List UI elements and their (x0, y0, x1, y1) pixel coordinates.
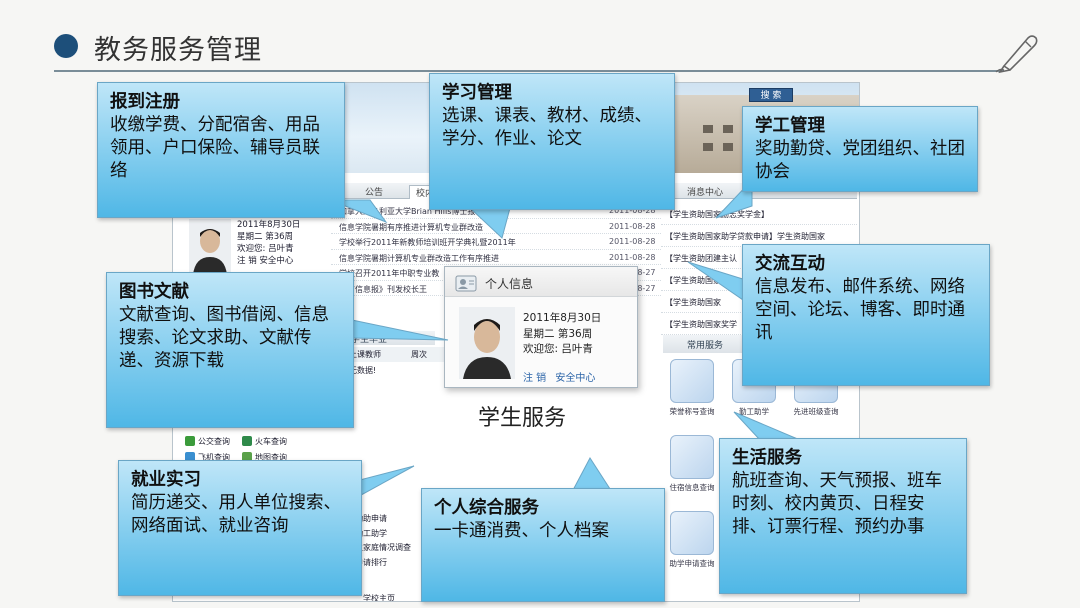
callout-body: 简历递交、用人单位搜索、网络面试、就业咨询 (131, 493, 341, 536)
service-caption: 学生服务 (478, 406, 567, 431)
callout-body: 一卡通消费、个人档案 (434, 521, 609, 541)
callout-body: 选课、课表、教材、成绩、学分、作业、论文 (442, 106, 652, 149)
list-item[interactable]: 信息学院暑期计算机专业群改造工作有序推进 2011-08-28 (331, 250, 661, 265)
callout-title: 学习管理 (442, 83, 512, 103)
slide-header: 教务服务管理 (0, 0, 1080, 78)
callout-title: 生活服务 (732, 448, 802, 468)
train-icon (242, 436, 252, 446)
profile-date: 2011年8月30日 (523, 312, 602, 324)
honor-query-tile[interactable]: 荣誉称号查询 (665, 359, 719, 423)
callout-register: 报到注册 收缴学费、分配宿舍、用品领用、户口保险、辅导员联络 (97, 82, 345, 218)
column-header: 周次 (411, 350, 427, 359)
callout-body: 文献查询、图书借阅、信息搜索、论文求助、文献传递、资源下载 (119, 305, 329, 371)
dorm-query-tile[interactable]: 住宿信息查询 (665, 435, 719, 499)
security-center-link[interactable]: 安全中心 (555, 373, 595, 384)
list-item[interactable]: 学校举行2011年新教师培训班开学典礼暨2011年 2011-08-28 (331, 234, 661, 250)
home-link[interactable]: 学校主页 (363, 593, 395, 601)
callout-title: 图书文献 (119, 282, 189, 302)
grad-panel-title: 学生毕业 (345, 331, 435, 345)
callout-title: 学工管理 (755, 116, 825, 136)
callout-body: 航班查询、天气预报、班车时刻、校内黄页、日程安排、订票行程、预约办事 (732, 471, 942, 537)
callout-life: 生活服务 航班查询、天气预报、班车时刻、校内黄页、日程安排、订票行程、预约办事 (719, 438, 967, 594)
callout-communication: 交流互动 信息发布、邮件系统、网络空间、论坛、博客、即时通讯 (742, 244, 990, 386)
aid-query-tile[interactable]: 助学申请查询 (665, 511, 719, 575)
student-icon (670, 511, 714, 555)
callout-personal: 个人综合服务 一卡通消费、个人档案 (421, 488, 665, 602)
callout-library: 图书文献 文献查询、图书借阅、信息搜索、论文求助、文献传递、资源下载 (106, 272, 354, 428)
header-divider (54, 70, 1004, 72)
profile-welcome: 欢迎您: 吕叶青 (523, 343, 593, 355)
callout-study: 学习管理 选课、课表、教材、成绩、学分、作业、论文 (429, 73, 675, 210)
profile-card-icon (455, 275, 477, 292)
card-header: 个人信息 (445, 267, 637, 297)
search-chart-icon (670, 359, 714, 403)
list-item[interactable]: 申请排行 (355, 557, 411, 572)
page-title: 教务服务管理 (94, 35, 262, 66)
avatar (459, 307, 515, 379)
grad-table: 上课教师 周次 无数据! (345, 347, 455, 379)
callout-student-affairs: 学工管理 奖助勤贷、党团组织、社团协会 (742, 106, 978, 192)
tab-notice[interactable]: 公告 (365, 185, 383, 198)
small-profile-welcome: 欢迎您: 吕叶青 (237, 244, 294, 254)
callout-title: 就业实习 (131, 470, 201, 490)
house-icon (670, 435, 714, 479)
small-profile-week: 星期二 第36周 (237, 232, 294, 242)
card-title: 个人信息 (485, 277, 534, 291)
callout-body: 奖助勤贷、党团组织、社团协会 (755, 139, 965, 182)
pen-icon (995, 35, 1038, 74)
callout-title: 交流互动 (755, 254, 825, 274)
list-item[interactable]: 【学生资助国家励志奖学金】 (661, 203, 857, 225)
train-query-link[interactable]: 火车查询 (242, 436, 287, 447)
logout-link[interactable]: 注 销 (523, 373, 546, 384)
list-item[interactable]: 勤助申请 (355, 513, 411, 528)
bus-icon (185, 436, 195, 446)
bullet-dot (54, 34, 78, 58)
search-button[interactable]: 搜 索 (749, 88, 793, 102)
callout-employment: 就业实习 简历递交、用人单位搜索、网络面试、就业咨询 (118, 460, 362, 596)
callout-body: 收缴学费、分配宿舍、用品领用、户口保险、辅导员联络 (110, 115, 320, 181)
personal-info-card: 个人信息 2011年8月30日 星期二 第36周 欢迎您: 吕叶青 注 销 安全… (444, 266, 638, 388)
callout-title: 报到注册 (110, 92, 180, 112)
profile-week: 星期二 第36周 (523, 327, 593, 340)
list-item[interactable]: 勤工助学 (355, 528, 411, 543)
small-profile: 2011年8月30日 星期二 第36周 欢迎您: 吕叶青 注 销 安全中心 (179, 211, 319, 281)
callout-title: 个人综合服务 (434, 498, 539, 518)
aid-links: 勤助申请 勤工助学 生家庭情况调查 申请排行 (355, 513, 411, 571)
bus-query-link[interactable]: 公交查询 (185, 436, 230, 447)
list-item[interactable]: 生家庭情况调查 (355, 542, 411, 557)
avatar (189, 219, 231, 275)
empty-message: 无数据! (349, 366, 377, 375)
small-profile-actions[interactable]: 注 销 安全中心 (237, 255, 300, 267)
callout-body: 信息发布、邮件系统、网络空间、论坛、博客、即时通讯 (755, 277, 965, 343)
list-item[interactable]: 信息学院暑期有序推进计算机专业群改造 2011-08-28 (331, 219, 661, 234)
small-profile-date: 2011年8月30日 (237, 220, 301, 230)
